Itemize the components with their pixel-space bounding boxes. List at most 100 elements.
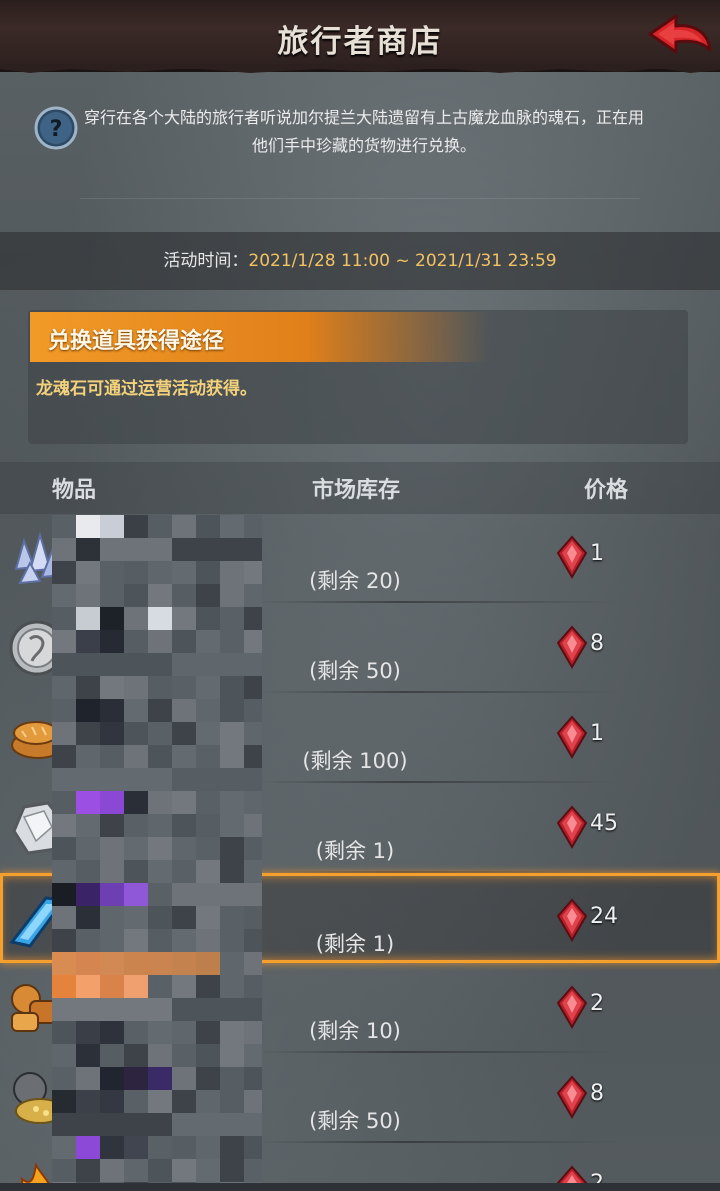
mosaic-tile — [244, 515, 262, 538]
mosaic-tile — [148, 515, 172, 538]
mosaic-tile — [220, 515, 244, 538]
mosaic-tile — [220, 860, 244, 883]
mosaic-tile — [124, 722, 148, 745]
mosaic-tile — [76, 630, 100, 653]
mosaic-tile — [100, 584, 124, 607]
mosaic-tile — [244, 607, 262, 630]
mosaic-tile — [244, 1136, 262, 1159]
mosaic-tile — [148, 653, 172, 676]
mosaic-tile — [52, 952, 76, 975]
stock-remaining: (剩余 20) — [309, 569, 401, 593]
selection-border-left — [0, 876, 3, 960]
mosaic-tile — [244, 791, 262, 814]
mosaic-tile — [220, 975, 244, 998]
mosaic-tile — [124, 1021, 148, 1044]
mosaic-tile — [124, 837, 148, 860]
mosaic-tile — [148, 561, 172, 584]
mosaic-tile — [52, 722, 76, 745]
mosaic-tile — [148, 929, 172, 952]
mosaic-tile — [100, 1021, 124, 1044]
mosaic-tile — [220, 699, 244, 722]
mosaic-tile — [220, 1044, 244, 1067]
mosaic-tile — [100, 676, 124, 699]
mosaic-tile — [100, 837, 124, 860]
event-time-label: 活动时间： — [163, 251, 249, 271]
mosaic-tile — [76, 653, 100, 676]
mosaic-tile — [148, 1044, 172, 1067]
mosaic-tile — [124, 676, 148, 699]
mosaic-tile — [244, 630, 262, 653]
mosaic-tile — [76, 1136, 100, 1159]
mosaic-tile — [52, 607, 76, 630]
stock-remaining: (剩余 100) — [302, 749, 408, 773]
mosaic-tile — [124, 584, 148, 607]
mosaic-tile — [52, 1067, 76, 1090]
mosaic-tile — [76, 837, 100, 860]
mosaic-tile — [100, 1136, 124, 1159]
mosaic-tile — [76, 515, 100, 538]
mosaic-tile — [172, 653, 196, 676]
mosaic-tile — [220, 791, 244, 814]
mosaic-tile — [124, 975, 148, 998]
column-stock: 市场库存 — [312, 478, 401, 503]
mosaic-tile — [52, 653, 76, 676]
back-arrow-icon — [648, 14, 712, 54]
mosaic-tile — [220, 607, 244, 630]
mosaic-tile — [172, 676, 196, 699]
dragon-soul-stone-icon — [556, 898, 588, 942]
mosaic-tile — [148, 768, 172, 791]
mosaic-tile — [244, 1067, 262, 1090]
mosaic-tile — [100, 607, 124, 630]
mosaic-tile — [196, 630, 220, 653]
mosaic-tile — [244, 929, 262, 952]
mosaic-tile — [172, 722, 196, 745]
mosaic-tile — [124, 1044, 148, 1067]
mosaic-tile — [52, 699, 76, 722]
price-value: 2 — [590, 991, 604, 1016]
mosaic-tile — [124, 653, 148, 676]
mosaic-tile — [124, 1067, 148, 1090]
mosaic-tile — [172, 1136, 196, 1159]
mosaic-tile — [52, 584, 76, 607]
mosaic-tile — [76, 975, 100, 998]
mosaic-tile — [196, 584, 220, 607]
price-value: 1 — [590, 721, 604, 746]
mosaic-tile — [148, 1136, 172, 1159]
mosaic-tile — [76, 814, 100, 837]
mosaic-tile — [52, 1159, 76, 1182]
dragon-soul-stone-icon — [556, 985, 588, 1029]
stock-remaining: (剩余 1) — [315, 839, 395, 863]
mosaic-tile — [100, 561, 124, 584]
pixelated-redaction — [52, 515, 262, 1191]
mosaic-tile — [52, 906, 76, 929]
back-button[interactable] — [642, 10, 714, 62]
mosaic-tile — [196, 722, 220, 745]
mosaic-tile — [124, 699, 148, 722]
dragon-soul-stone-icon — [556, 625, 588, 669]
mosaic-tile — [100, 791, 124, 814]
mosaic-tile — [172, 1067, 196, 1090]
mosaic-tile — [220, 906, 244, 929]
mosaic-tile — [76, 860, 100, 883]
mosaic-tile — [124, 1113, 148, 1136]
mosaic-tile — [100, 1113, 124, 1136]
mosaic-tile — [172, 561, 196, 584]
mosaic-tile — [76, 607, 100, 630]
mosaic-tile — [76, 929, 100, 952]
mosaic-tile — [124, 998, 148, 1021]
mosaic-tile — [244, 998, 262, 1021]
mosaic-tile — [124, 745, 148, 768]
help-icon[interactable]: ? — [34, 106, 78, 150]
mosaic-tile — [100, 1044, 124, 1067]
mosaic-tile — [76, 952, 100, 975]
mosaic-tile — [100, 906, 124, 929]
mosaic-tile — [220, 1136, 244, 1159]
mosaic-tile — [100, 1159, 124, 1182]
event-time-bar: 活动时间：2021/1/28 11:00 ~ 2021/1/31 23:59 — [0, 232, 720, 290]
mosaic-tile — [220, 1021, 244, 1044]
mosaic-tile — [148, 722, 172, 745]
mosaic-tile — [196, 607, 220, 630]
mosaic-tile — [148, 883, 172, 906]
mosaic-tile — [124, 860, 148, 883]
mosaic-tile — [172, 1159, 196, 1182]
